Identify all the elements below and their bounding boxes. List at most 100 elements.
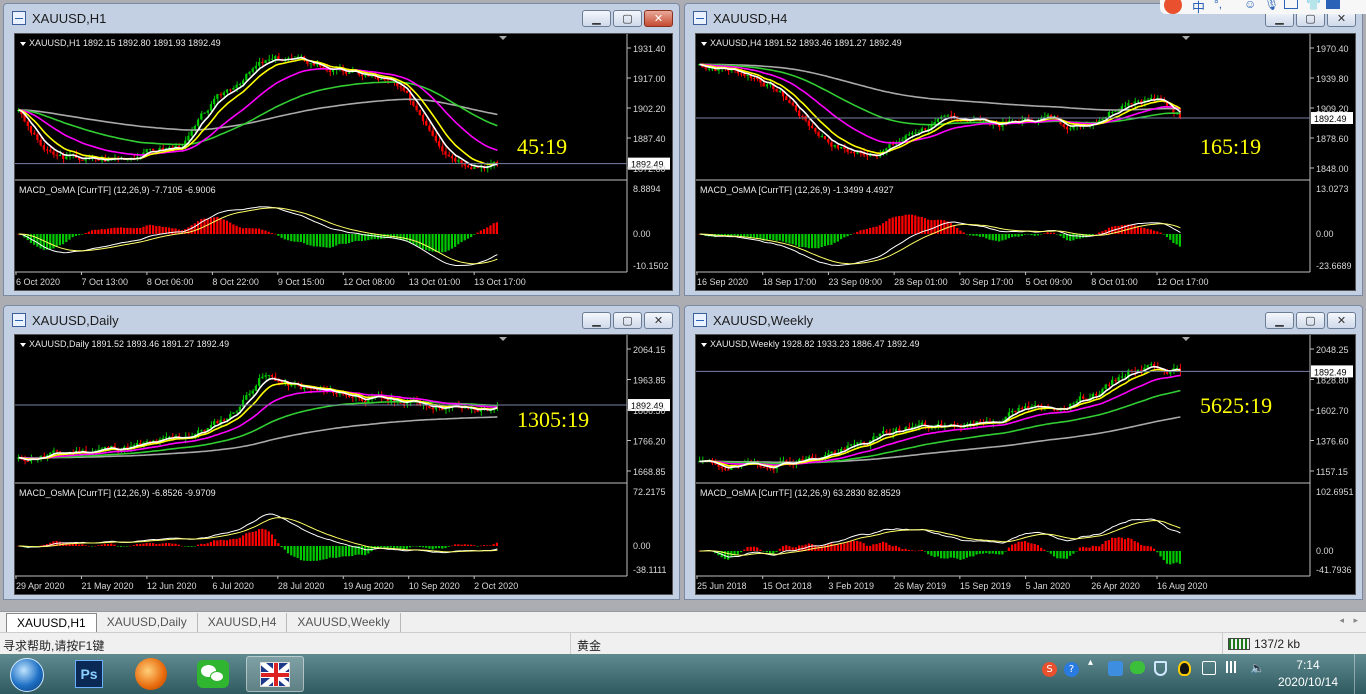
macd-bar <box>225 220 229 234</box>
show-desktop-button[interactable] <box>1354 654 1366 694</box>
start-button[interactable] <box>2 656 54 692</box>
chart-window-daily[interactable]: XAUUSD,Daily ▁ ▢ ✕ 1892.49 2064.15 1963.85… <box>3 305 680 600</box>
tray-expand-icon[interactable]: ▴ <box>1088 657 1093 668</box>
macd-bar <box>1069 551 1072 556</box>
macd-bar <box>759 549 762 551</box>
candle-body <box>55 450 58 452</box>
macd-bar <box>81 234 84 235</box>
system-clock[interactable]: 7:14 2020/10/14 <box>1278 657 1338 691</box>
candle-body <box>319 389 322 391</box>
tab-xauusd-weekly[interactable]: XAUUSD,Weekly <box>287 613 401 632</box>
qq-icon[interactable] <box>1178 661 1191 679</box>
candle-body <box>1065 126 1069 130</box>
photoshop-taskbar-button[interactable]: Ps <box>60 656 118 692</box>
macd-bar <box>943 220 946 234</box>
time-axis-label: 12 Oct 08:00 <box>343 277 395 287</box>
minimize-button[interactable]: ▁ <box>1265 312 1294 329</box>
maximize-button[interactable]: ▢ <box>613 312 642 329</box>
macd-bar <box>302 546 306 561</box>
time-axis-label: 5 Oct 09:00 <box>1026 277 1073 287</box>
time-axis-label: 28 Sep 01:00 <box>894 277 948 287</box>
macd-bar <box>338 234 341 245</box>
volume-icon[interactable]: 🔈 <box>1250 661 1265 675</box>
price-chart[interactable]: 1892.492048.251828.801602.701376.601157.… <box>696 335 1355 594</box>
candle-body <box>1111 379 1114 385</box>
tab-xauusd-h4[interactable]: XAUUSD,H4 <box>198 613 288 632</box>
window-title: XAUUSD,H4 <box>713 10 788 26</box>
candle-body <box>920 422 923 425</box>
candle-body <box>338 393 341 395</box>
candle-body <box>245 73 248 81</box>
macd-bar <box>778 548 781 551</box>
maximize-button[interactable]: ▢ <box>613 10 642 27</box>
macd-bar <box>200 543 203 546</box>
minimize-button[interactable]: ▁ <box>582 10 611 27</box>
security-shield-icon[interactable] <box>1154 661 1167 679</box>
window-titlebar[interactable]: XAUUSD,H1 <box>4 4 679 32</box>
candle-body <box>810 125 814 129</box>
macd-bar <box>383 234 386 239</box>
input-method-icon[interactable] <box>1202 661 1216 678</box>
tab-scroll-left-icon[interactable]: ◂ <box>1339 615 1344 626</box>
chart-area[interactable]: 1892.49 2048.25 1828.80 1602.70 1376.60 1157.… <box>695 334 1356 595</box>
candle-body <box>460 160 463 163</box>
time-axis-label: 9 Oct 15:00 <box>278 277 325 287</box>
floating-ime-toolbar[interactable]: 中 °, ☺ 🎙 👕 <box>1160 0 1366 14</box>
macd-bar <box>749 546 752 551</box>
mt4-taskbar-button[interactable] <box>246 656 304 692</box>
candle-body <box>720 466 723 469</box>
macd-tick-label: -41.7936 <box>1316 565 1352 575</box>
chart-area[interactable]: 1892.49 1931.40 1917.00 1902.20 1887.40 1872.… <box>14 33 673 291</box>
close-button[interactable]: ✕ <box>644 312 673 329</box>
chart-window-h4[interactable]: XAUUSD,H4 ▁ ▢ ✕ 1892.49 1970.40 1939.80 190… <box>684 3 1363 296</box>
tab-scroll-right-icon[interactable]: ▸ <box>1353 615 1358 626</box>
macd-bar <box>756 234 759 239</box>
help-icon[interactable]: ? <box>1064 661 1079 677</box>
candle-body <box>1146 365 1149 368</box>
price-tick-label: 1872.60 <box>633 164 666 174</box>
macd-bar <box>251 531 254 546</box>
price-chart[interactable]: 1892.491931.401917.001902.201887.401872.… <box>15 34 672 290</box>
browser-taskbar-button[interactable] <box>122 656 180 692</box>
chart-area[interactable]: 1892.49 2064.15 1963.85 1866.50 1766.20 1668.… <box>14 334 673 595</box>
minimize-button[interactable]: ▁ <box>582 312 611 329</box>
macd-bar <box>441 546 444 549</box>
candle-body <box>302 387 306 390</box>
macd-bar <box>174 228 177 234</box>
close-button[interactable]: ✕ <box>1327 312 1356 329</box>
window-titlebar[interactable]: XAUUSD,Weekly <box>685 306 1362 334</box>
macd-bar <box>739 551 743 553</box>
macd-bar <box>985 234 988 239</box>
candle-body <box>431 408 434 410</box>
price-chart[interactable]: 1892.492064.151963.851866.501766.201668.… <box>15 335 672 594</box>
candle-body <box>1101 118 1104 121</box>
candle-body <box>849 151 852 153</box>
wechat-taskbar-button[interactable] <box>184 656 242 692</box>
macd-bar <box>258 228 261 234</box>
network-signal-icon[interactable] <box>1226 661 1240 676</box>
macd-bar <box>434 546 437 549</box>
macd-bar <box>1062 551 1065 559</box>
time-axis-label: 6 Oct 2020 <box>16 277 60 287</box>
maximize-button[interactable]: ▢ <box>1296 312 1325 329</box>
macd-bar <box>219 218 222 234</box>
chart-window-weekly[interactable]: XAUUSD,Weekly ▁ ▢ ✕ 1892.49 2048.25 1828.8… <box>684 305 1363 600</box>
macd-bar <box>1056 551 1059 559</box>
macd-bar <box>1075 551 1078 552</box>
candle-body <box>145 149 148 153</box>
tab-xauusd-daily[interactable]: XAUUSD,Daily <box>97 613 198 632</box>
sogou-ime-icon[interactable]: S <box>1042 661 1057 677</box>
close-button[interactable]: ✕ <box>644 10 673 27</box>
macd-bar <box>309 234 312 246</box>
wechat-tray-icon[interactable] <box>1130 661 1145 677</box>
window-titlebar[interactable]: XAUUSD,Daily <box>4 306 679 334</box>
chart-window-h1[interactable]: XAUUSD,H1 ▁ ▢ ✕ 1892.49 1931.40 1917.00 190… <box>3 3 680 296</box>
tab-xauusd-h1[interactable]: XAUUSD,H1 <box>6 613 97 632</box>
macd-bar <box>1004 551 1007 552</box>
network-app-icon[interactable] <box>1108 661 1123 679</box>
macd-bar <box>1056 234 1059 235</box>
macd-bar <box>302 234 306 244</box>
price-chart[interactable]: 1892.49 1970.40 1939.80 1909.20 1878.60 1848.… <box>696 34 1355 290</box>
time-axis-label: 7 Oct 13:00 <box>81 277 128 287</box>
chart-area[interactable]: 1892.49 1970.40 1939.80 1909.20 1878.60 1848.… <box>695 33 1356 291</box>
